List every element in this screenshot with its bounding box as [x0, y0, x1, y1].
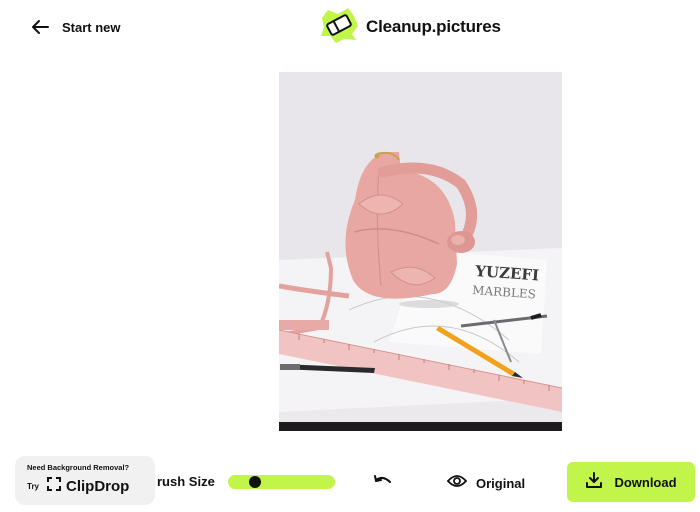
- promo-title: Need Background Removal?: [27, 463, 130, 472]
- brush-size-label: rush Size: [157, 474, 215, 489]
- clipdrop-promo-card[interactable]: Need Background Removal? Try ClipDrop: [15, 456, 155, 505]
- download-icon: [585, 471, 603, 494]
- eye-icon: [446, 474, 468, 493]
- cleanup-editor-page: Start new Cleanup.pictures YUZEFI MARBLE…: [0, 0, 700, 512]
- undo-icon: [373, 473, 393, 494]
- promo-try-label: Try: [27, 482, 40, 491]
- start-new-button[interactable]: Start new: [30, 14, 121, 40]
- download-button[interactable]: Download: [567, 462, 695, 502]
- image-canvas[interactable]: YUZEFI MARBLES: [279, 72, 562, 431]
- download-label: Download: [614, 474, 677, 490]
- clipdrop-icon: [47, 477, 62, 496]
- clipdrop-link[interactable]: ClipDrop: [47, 477, 129, 496]
- undo-button[interactable]: [372, 472, 394, 494]
- clipdrop-label: ClipDrop: [66, 478, 130, 495]
- brush-size-slider[interactable]: [228, 475, 335, 489]
- arrow-left-icon: [30, 19, 50, 35]
- photo-pink-handbag: YUZEFI MARBLES: [279, 72, 562, 431]
- original-label: Original: [476, 475, 526, 491]
- brush-size-slider-handle[interactable]: [248, 476, 261, 488]
- promo-row: Try ClipDrop: [27, 477, 155, 496]
- brand-logo[interactable]: Cleanup.pictures: [318, 6, 501, 49]
- brand-name: Cleanup.pictures: [366, 17, 501, 36]
- original-toggle[interactable]: Original: [446, 472, 526, 494]
- start-new-label: Start new: [62, 19, 121, 35]
- eraser-logo-icon: [318, 6, 360, 49]
